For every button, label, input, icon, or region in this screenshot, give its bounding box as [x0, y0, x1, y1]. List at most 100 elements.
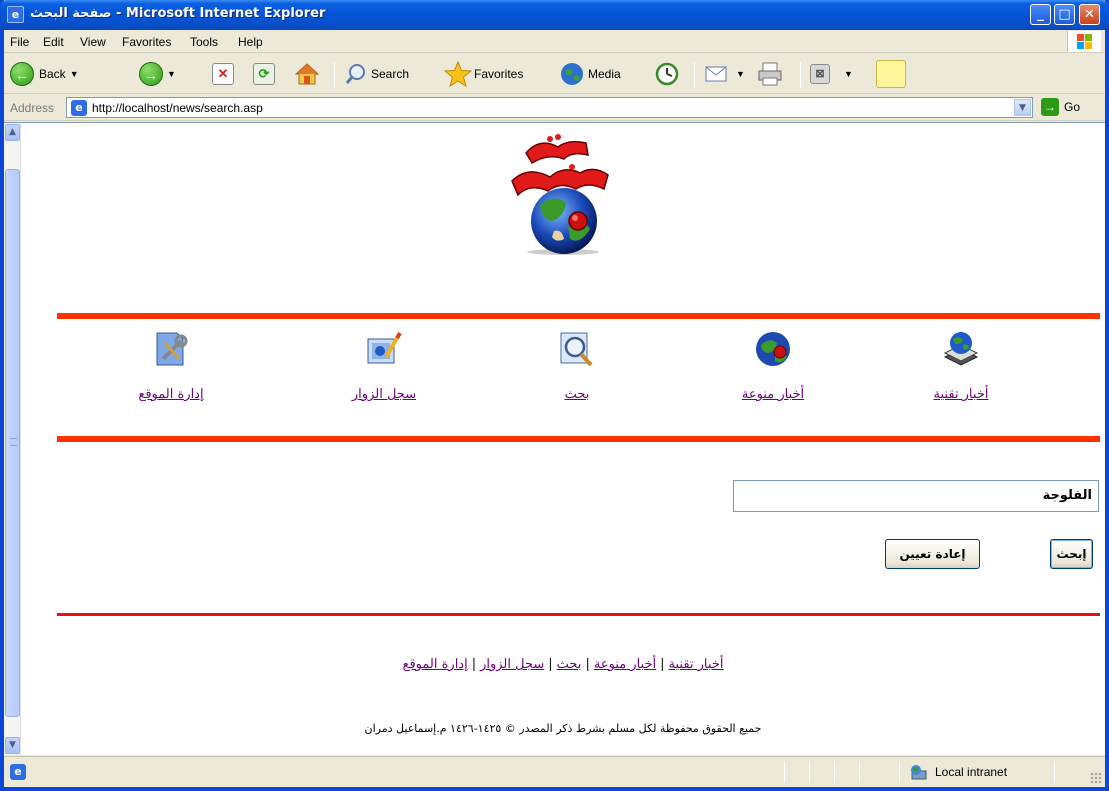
menu-tools[interactable]: Tools [190, 35, 218, 49]
magnifier-page-icon [560, 332, 593, 367]
mail-icon [705, 66, 727, 82]
footer-separator: | [471, 657, 477, 672]
guestbook-icon [367, 331, 402, 364]
edit-button[interactable]: ⊠ ▼ [810, 60, 853, 88]
windows-logo [1067, 31, 1101, 52]
stop-icon: ✕ [212, 63, 234, 85]
media-globe-icon [561, 63, 583, 85]
page-icon: e [71, 100, 87, 116]
history-icon [655, 62, 679, 86]
scrollbar-grip [10, 438, 17, 446]
mail-button[interactable]: ▼ [704, 60, 745, 88]
title-bar[interactable]: e صفحة البحث - Microsoft Internet Explor… [0, 0, 1109, 30]
forward-dropdown-icon[interactable]: ▼ [167, 69, 176, 79]
nav-item-admin[interactable]: إدارة الموقع [111, 329, 231, 402]
refresh-icon: ⟳ [253, 63, 275, 85]
search-submit-button[interactable]: إبحث [1050, 539, 1093, 569]
home-button[interactable] [294, 60, 320, 88]
footer-separator: | [548, 657, 553, 672]
site-logo-globe-icon [511, 134, 609, 255]
resize-grip-icon[interactable] [1090, 772, 1102, 784]
footer-link-misc-news[interactable]: أخبار منوعة [594, 657, 656, 672]
footer-separator: | [585, 657, 590, 672]
favorites-button[interactable]: Favorites [444, 60, 523, 88]
search-button[interactable]: Search [344, 60, 409, 88]
standard-toolbar: ← Back ▼ → ▼ ✕ ⟳ Search Favorites Media … [4, 54, 1105, 94]
ie-icon: e [7, 6, 24, 23]
search-label: Search [371, 67, 410, 81]
search-page: أخبار تقنية أخبار منوعة بحث سجل الزوار إ… [21, 123, 1105, 755]
nav-item-guestbook[interactable]: سجل الزوار [324, 329, 444, 402]
page-status-icon: e [10, 764, 26, 780]
magnifier-icon [345, 64, 365, 84]
discuss-button[interactable] [876, 60, 906, 88]
footer-link-search[interactable]: بحث [557, 657, 582, 672]
reset-button[interactable]: إعادة تعيين [885, 539, 980, 569]
forward-arrow-icon: → [139, 62, 163, 86]
copyright-text: جميع الحقوق محفوظة لكل مسلم بشرط ذكر الم… [364, 722, 762, 735]
vertical-scrollbar[interactable]: ▲ ▼ [4, 123, 21, 755]
nav-item-tech-news[interactable]: أخبار تقنية [901, 329, 1021, 402]
footer-link-admin[interactable]: إدارة الموقع [403, 657, 468, 672]
stop-button[interactable]: ✕ [212, 60, 234, 88]
nav-item-misc-news[interactable]: أخبار منوعة [713, 329, 833, 402]
menu-view[interactable]: View [80, 35, 106, 49]
nav-link-tech-news[interactable]: أخبار تقنية [934, 387, 989, 402]
back-button[interactable]: ← Back ▼ [10, 60, 79, 88]
minimize-button[interactable]: _ [1030, 4, 1051, 25]
close-button[interactable]: ✕ [1079, 4, 1100, 25]
note-icon [876, 60, 906, 88]
go-button[interactable]: → Go [1041, 98, 1080, 116]
refresh-button[interactable]: ⟳ [253, 60, 275, 88]
nav-link-misc-news[interactable]: أخبار منوعة [742, 387, 804, 402]
intranet-icon [911, 765, 927, 780]
menu-favorites[interactable]: Favorites [122, 35, 171, 49]
scroll-up-icon[interactable]: ▲ [5, 124, 20, 141]
maximize-icon: □ [1058, 7, 1071, 22]
back-dropdown-icon[interactable]: ▼ [70, 69, 79, 79]
close-icon: ✕ [1084, 7, 1095, 22]
back-arrow-icon: ← [10, 62, 34, 86]
favorites-label: Favorites [474, 67, 524, 81]
mail-dropdown-icon[interactable]: ▼ [736, 69, 745, 79]
scrollbar-thumb[interactable] [5, 169, 20, 717]
printer-icon [758, 62, 782, 86]
media-label: Media [588, 67, 621, 81]
go-arrow-icon: → [1041, 98, 1059, 116]
search-input[interactable]: الفلوجة [733, 480, 1099, 512]
security-zone: Local intranet [908, 764, 1007, 780]
footer-nav: أخبار تقنية|أخبار منوعة|بحث|سجل الزوار|إ… [21, 657, 1105, 672]
address-dropdown-icon[interactable]: ▼ [1014, 99, 1031, 116]
top-divider [57, 313, 1100, 319]
star-icon [444, 61, 472, 87]
nav-link-guestbook[interactable]: سجل الزوار [352, 387, 416, 402]
menu-file[interactable]: File [10, 35, 29, 49]
window-title: صفحة البحث - Microsoft Internet Explorer [30, 6, 326, 21]
address-bar: Address e http://localhost/news/search.a… [4, 95, 1105, 121]
nav-bottom-divider [57, 436, 1100, 442]
admin-tools-icon [156, 332, 188, 366]
footer-link-tech-news[interactable]: أخبار تقنية [669, 657, 724, 672]
globe-red-icon [756, 332, 790, 366]
windows-flag-icon [1077, 34, 1093, 49]
zone-label: Local intranet [935, 765, 1008, 779]
nav-link-admin[interactable]: إدارة الموقع [138, 387, 203, 402]
print-button[interactable] [756, 60, 784, 88]
nav-item-search[interactable]: بحث [517, 329, 637, 402]
menu-edit[interactable]: Edit [43, 35, 64, 49]
address-field[interactable]: e http://localhost/news/search.asp ▼ [66, 97, 1033, 118]
nav-link-search[interactable]: بحث [565, 387, 590, 402]
history-button[interactable] [654, 60, 680, 88]
media-button[interactable]: Media [559, 60, 621, 88]
edit-dropdown-icon[interactable]: ▼ [844, 69, 853, 79]
footer-link-guestbook[interactable]: سجل الزوار [480, 657, 544, 672]
forward-button[interactable]: → ▼ [139, 60, 176, 88]
home-icon [294, 63, 320, 85]
menu-help[interactable]: Help [238, 35, 263, 49]
maximize-button[interactable]: □ [1054, 4, 1075, 25]
browser-window: e صفحة البحث - Microsoft Internet Explor… [0, 0, 1109, 791]
scroll-down-icon[interactable]: ▼ [5, 737, 20, 754]
address-url[interactable]: http://localhost/news/search.asp [92, 101, 263, 115]
page-viewport: ▲ ▼ أخبار تقنية أخبار منوعة بحث سجل الزو… [4, 122, 1105, 755]
footer-separator: | [660, 657, 665, 672]
